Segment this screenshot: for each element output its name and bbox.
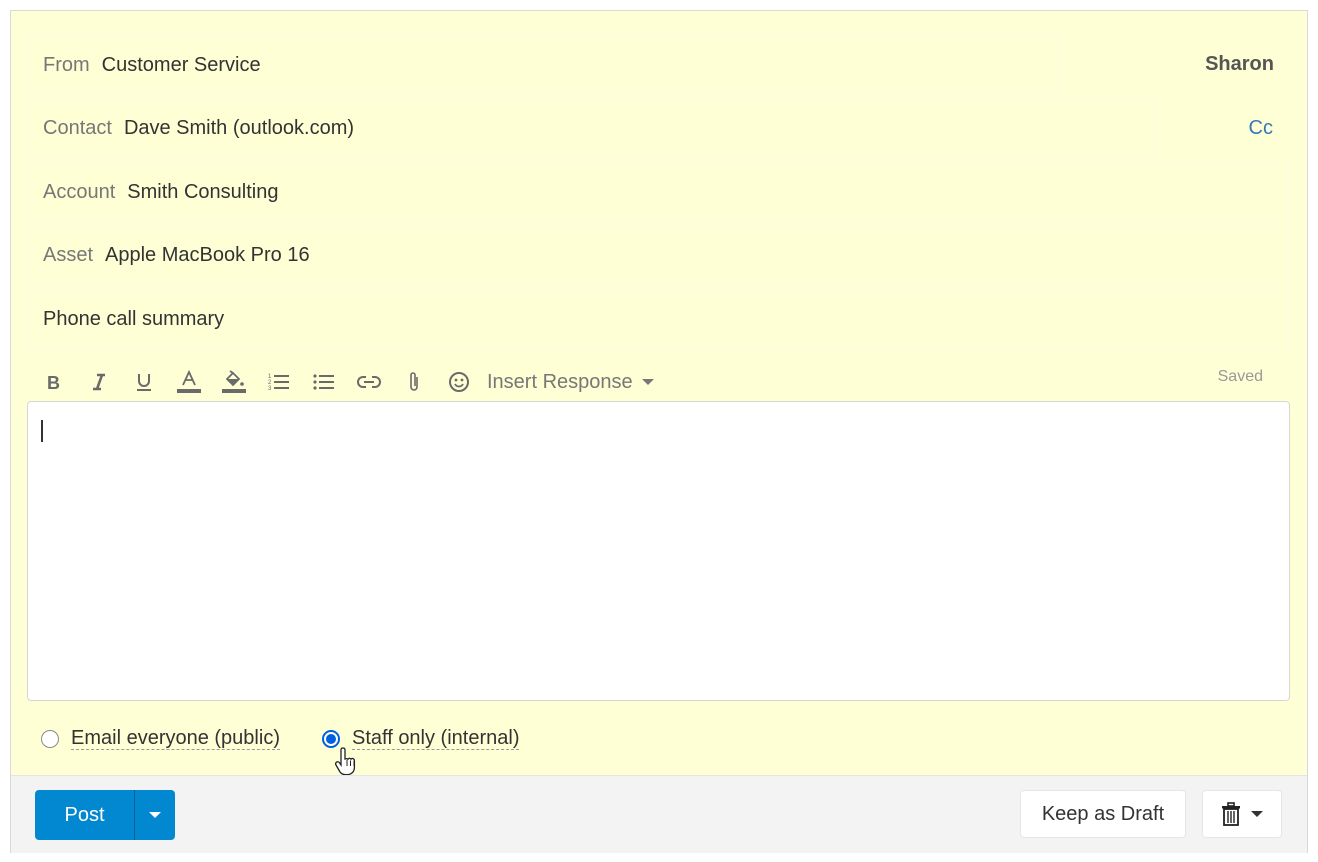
formatting-toolbar: B 123 Insert Response (31, 367, 654, 397)
subject-field[interactable]: Phone call summary (28, 291, 1289, 347)
save-status: Saved (1217, 368, 1263, 385)
visibility-options: Email everyone (public) Staff only (inte… (41, 727, 561, 750)
attachment-icon (409, 372, 418, 391)
underline-button[interactable] (121, 367, 166, 397)
ordered-list-button[interactable]: 123 (256, 367, 301, 397)
asset-value[interactable]: Apple MacBook Pro 16 (105, 244, 310, 267)
hand-pointer-cursor-icon (335, 747, 356, 776)
highlight-color-button[interactable] (211, 367, 256, 397)
account-value[interactable]: Smith Consulting (127, 181, 278, 204)
contact-value[interactable]: Dave Smith (outlook.com) (124, 117, 354, 140)
insert-response-label: Insert Response (487, 370, 633, 393)
highlight-color-icon (221, 370, 246, 393)
insert-response-dropdown[interactable]: Insert Response (487, 371, 654, 394)
ordered-list-icon: 123 (268, 374, 289, 391)
underline-icon (136, 374, 151, 391)
unordered-list-icon (312, 374, 334, 390)
asset-field[interactable]: Asset Apple MacBook Pro 16 (28, 227, 1289, 283)
composer-footer: Post Keep as Draft (11, 775, 1307, 853)
delete-draft-button[interactable] (1202, 790, 1282, 838)
text-color-button[interactable] (166, 367, 211, 397)
post-button-group: Post (35, 790, 175, 840)
reply-composer: From Customer Service Sharon Contact Dav… (10, 10, 1308, 853)
bold-icon: B (47, 373, 60, 391)
from-label: From (43, 53, 90, 76)
attach-file-button[interactable] (391, 367, 436, 397)
emoji-icon (448, 372, 469, 392)
from-value[interactable]: Customer Service (102, 54, 261, 77)
from-field[interactable]: From Customer Service (28, 37, 1062, 93)
svg-text:3: 3 (268, 386, 272, 391)
italic-button[interactable] (76, 367, 121, 397)
cc-link[interactable]: Cc (1249, 117, 1273, 140)
chevron-down-icon (1251, 811, 1263, 817)
unordered-list-button[interactable] (301, 367, 346, 397)
account-field[interactable]: Account Smith Consulting (28, 164, 1289, 220)
internal-radio-label[interactable]: Staff only (internal) (351, 727, 520, 750)
chevron-down-icon (641, 379, 654, 385)
italic-icon (92, 373, 105, 391)
account-label: Account (43, 180, 116, 203)
text-cursor (41, 420, 43, 442)
post-options-button[interactable] (135, 790, 175, 840)
public-radio-option[interactable]: Email everyone (public) (41, 727, 280, 750)
text-color-icon (176, 370, 201, 393)
chevron-down-icon (149, 812, 161, 818)
contact-field[interactable]: Contact Dave Smith (outlook.com) (28, 100, 1157, 156)
subject-value[interactable]: Phone call summary (43, 308, 224, 331)
emoji-button[interactable] (436, 367, 481, 397)
public-radio[interactable] (41, 729, 59, 748)
asset-label: Asset (43, 243, 94, 266)
trash-icon (1222, 802, 1240, 826)
insert-link-button[interactable] (346, 367, 391, 397)
post-button[interactable]: Post (35, 790, 135, 840)
contact-label: Contact (43, 116, 112, 139)
sender-name[interactable]: Sharon (1205, 53, 1274, 76)
keep-as-draft-button[interactable]: Keep as Draft (1020, 790, 1186, 838)
bold-button[interactable]: B (31, 367, 76, 397)
svg-text:B: B (47, 373, 60, 391)
message-body-editor[interactable] (27, 401, 1290, 701)
public-radio-label[interactable]: Email everyone (public) (71, 727, 280, 750)
internal-radio[interactable] (321, 729, 340, 748)
link-icon (356, 376, 381, 388)
